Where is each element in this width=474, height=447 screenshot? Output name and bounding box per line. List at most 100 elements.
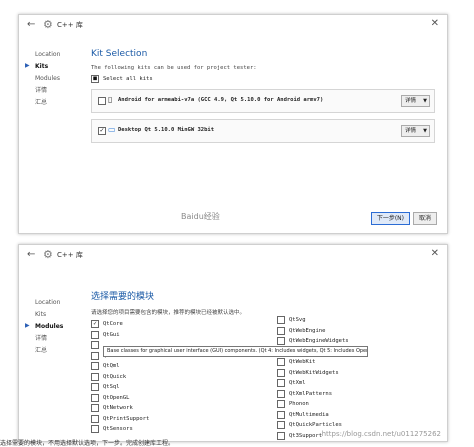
kit-checkbox-desktop[interactable]: ✓ xyxy=(98,127,106,135)
monitor-icon: ▭ xyxy=(108,125,116,134)
kit-checkbox-android[interactable] xyxy=(98,97,106,105)
kit-row-desktop: ✓ ▭ Desktop Qt 5.10.0 MinGW 32bit 详情 ▼ xyxy=(91,119,435,143)
module-item[interactable]: QtSql xyxy=(91,382,149,393)
url-watermark: https://blog.csdn.net/u011275262 xyxy=(321,430,441,438)
module-label: Phonon xyxy=(289,401,309,408)
module-item[interactable]: QtPrintSupport xyxy=(91,414,149,425)
watermark: Baidu经验 xyxy=(181,212,220,221)
cancel-button[interactable]: 取消 xyxy=(412,212,437,225)
wizard-steps: Location ▶ Kits Modules 详情 汇总 xyxy=(19,49,83,109)
module-checkbox[interactable] xyxy=(91,414,99,423)
module-label: QtOpenGL xyxy=(103,394,130,401)
module-label: QtQuick xyxy=(103,373,127,380)
module-label: QtCore xyxy=(103,321,123,328)
back-arrow-icon[interactable]: ← xyxy=(27,19,35,30)
module-item[interactable]: QtQuickParticles xyxy=(277,420,349,431)
module-checkbox[interactable] xyxy=(91,383,99,392)
kit-selection-window: ← ⚙ C++ 库 ✕ Location ▶ Kits Modules 详情 汇总… xyxy=(18,14,448,234)
module-label: QtNetwork xyxy=(103,405,133,412)
back-arrow-icon[interactable]: ← xyxy=(27,249,35,260)
module-checkbox[interactable] xyxy=(91,341,99,350)
step-kits: Kits xyxy=(35,311,47,318)
module-item[interactable]: QtGui xyxy=(91,330,149,341)
module-checkbox[interactable] xyxy=(277,316,285,325)
module-label: QtGui xyxy=(103,331,120,338)
page-title: 选择需要的模块 xyxy=(91,292,155,302)
module-checkbox[interactable] xyxy=(277,389,285,398)
step-location: Location xyxy=(35,51,61,58)
module-item[interactable]: QtOpenGL xyxy=(91,393,149,404)
select-all-kits[interactable]: ■ Select all kits xyxy=(91,75,435,83)
module-label: QtXml xyxy=(289,380,306,387)
module-item[interactable]: QtQuick xyxy=(91,372,149,383)
module-item[interactable]: QtWebKitWidgets xyxy=(277,368,349,379)
module-item[interactable]: QtNetwork xyxy=(91,403,149,414)
module-item[interactable]: Phonon xyxy=(277,399,349,410)
module-checkbox[interactable] xyxy=(277,368,285,377)
module-label: QtQml xyxy=(103,363,120,370)
module-label: QtPrintSupport xyxy=(103,415,150,422)
step-modules: ▶ Modules xyxy=(25,322,64,330)
phone-icon: ▯ xyxy=(108,95,113,104)
module-list-right: QtSvg QtWebEngine QtWebEngineWidgets QtWebK… xyxy=(277,315,349,441)
window-title: C++ 库 xyxy=(57,251,83,259)
module-checkbox[interactable] xyxy=(277,379,285,388)
details-dropdown-android[interactable]: 详情 ▼ xyxy=(401,95,430,107)
module-checkbox[interactable] xyxy=(91,425,99,434)
module-checkbox[interactable] xyxy=(277,400,285,409)
module-label: QtQuickParticles xyxy=(289,422,342,429)
wizard-icon: ⚙ xyxy=(43,248,53,261)
module-item[interactable]: QtSvg xyxy=(277,315,349,326)
button-bar: 下一步(N) 取消 xyxy=(368,212,437,225)
module-item[interactable]: QtQml xyxy=(91,361,149,372)
module-checkbox[interactable] xyxy=(91,330,99,339)
select-all-checkbox[interactable]: ■ xyxy=(91,75,99,83)
module-checkbox[interactable] xyxy=(91,362,99,371)
current-step-arrow-icon: ▶ xyxy=(25,322,30,329)
module-item[interactable]: QtWebKit xyxy=(277,357,349,368)
module-list-left: ✓ QtCore QtGui QtNetwork QtQml QtQuick QtSql Qt… xyxy=(91,319,149,435)
module-item[interactable]: QtMultimedia xyxy=(277,410,349,421)
module-checkbox[interactable] xyxy=(91,404,99,413)
next-button[interactable]: 下一步(N) xyxy=(370,212,410,225)
module-checkbox[interactable] xyxy=(277,358,285,367)
kit-row-android: ▯ Android for armeabi-v7a (GCC 4.9, Qt 5… xyxy=(91,89,435,113)
wizard-steps: Location Kits ▶ Modules 详情 汇总 xyxy=(19,297,83,357)
kit-selection-content: Kit Selection The following kits can be … xyxy=(91,49,435,143)
module-item[interactable]: QtWebEngineWidgets xyxy=(277,336,349,347)
chevron-down-icon: ▼ xyxy=(423,98,427,104)
module-checkbox[interactable] xyxy=(277,337,285,346)
module-checkbox[interactable] xyxy=(91,372,99,381)
module-checkbox[interactable] xyxy=(91,351,99,360)
caption-text: 选择需要的模块，不用选择默认选项，下一步。完成创建库工程。 xyxy=(0,440,175,447)
module-item[interactable]: QtXml xyxy=(277,378,349,389)
close-icon[interactable]: ✕ xyxy=(431,18,439,29)
module-item[interactable]: QtSensors xyxy=(91,424,149,435)
module-label: QtMultimedia xyxy=(289,411,329,418)
module-label: Qt3Support xyxy=(289,432,323,439)
module-checkbox[interactable] xyxy=(91,393,99,402)
module-label: QtWebEngineWidgets xyxy=(289,338,349,345)
module-label: QtWebKitWidgets xyxy=(289,369,339,376)
module-item[interactable]: ✓ QtCore xyxy=(91,319,149,330)
select-all-label: Select all kits xyxy=(103,76,153,82)
step-details: 详情 xyxy=(35,87,48,94)
module-checkbox[interactable] xyxy=(277,326,285,335)
module-item[interactable]: QtWebEngine xyxy=(277,326,349,337)
page-description: 请选择您的项目需要包含的模块，推荐的模块已经被默认选中。 xyxy=(91,310,246,316)
chevron-down-icon: ▼ xyxy=(423,128,427,134)
module-label: QtWebEngine xyxy=(289,327,326,334)
module-checkbox[interactable] xyxy=(277,431,285,440)
step-location: Location xyxy=(35,299,61,306)
module-label: QtSql xyxy=(103,384,120,391)
close-icon[interactable]: ✕ xyxy=(431,248,439,259)
window-title: C++ 库 xyxy=(57,21,83,29)
module-checkbox[interactable] xyxy=(277,421,285,430)
details-dropdown-desktop[interactable]: 详情 ▼ xyxy=(401,125,430,137)
step-summary: 汇总 xyxy=(35,347,48,354)
module-item[interactable]: QtXmlPatterns xyxy=(277,389,349,400)
module-checkbox[interactable] xyxy=(277,410,285,419)
page-description: The following kits can be used for proje… xyxy=(91,65,257,71)
module-checkbox[interactable]: ✓ xyxy=(91,320,99,329)
title-bar: ← ⚙ C++ 库 ✕ xyxy=(19,245,447,265)
